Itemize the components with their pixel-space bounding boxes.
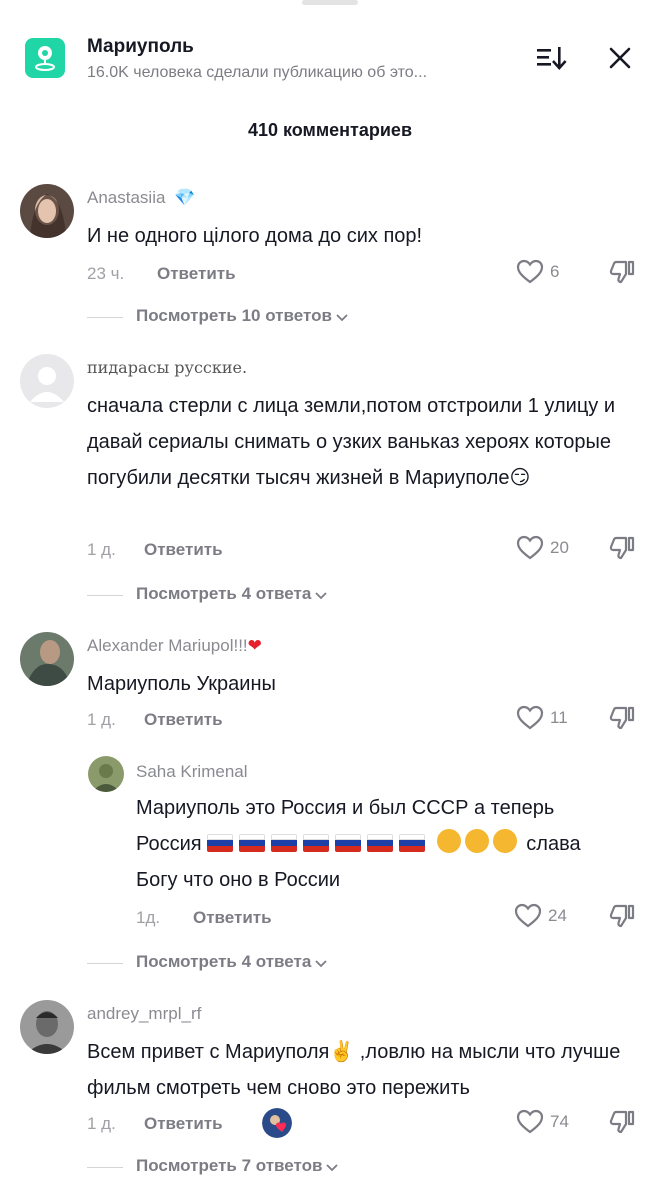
reply-button[interactable]: Ответить [144, 710, 223, 730]
comment-username[interactable]: пидарасы русские. [87, 358, 247, 377]
location-subtitle: 16.0K человека сделали публикацию об это… [87, 64, 428, 81]
reply-button[interactable]: Ответить [157, 264, 236, 284]
comment-text: сначала стерли с лица земли,потом отстро… [87, 395, 616, 489]
reply-button[interactable]: Ответить [144, 540, 223, 560]
chevron-down-icon [336, 313, 348, 321]
avatar[interactable] [20, 354, 74, 408]
like-count: 6 [550, 262, 560, 281]
creator-liked-avatar [262, 1108, 292, 1138]
avatar[interactable] [20, 1000, 74, 1054]
close-icon[interactable] [606, 44, 634, 72]
comment-time: 1 д. [87, 710, 116, 729]
like-button[interactable]: 24 [514, 902, 574, 932]
sort-icon[interactable] [535, 44, 567, 72]
like-button[interactable]: 11 [516, 704, 576, 734]
comment-time: 1д. [136, 908, 161, 927]
location-pin-icon[interactable] [25, 38, 65, 78]
view-replies-button[interactable]: Посмотреть 4 ответа [87, 952, 487, 976]
like-count: 74 [550, 1112, 569, 1131]
heart-icon [516, 1109, 544, 1134]
comment-time: 1 д. [87, 540, 116, 559]
comment-text: Всем привет с Мариуполя✌️ ,ловлю на мысл… [87, 1041, 621, 1099]
reply-button[interactable]: Ответить [193, 908, 272, 928]
comment-time: 23 ч. [87, 264, 125, 283]
like-count: 24 [548, 906, 567, 925]
russia-flag-emojis [207, 833, 437, 855]
comment-text: Мариуполь это Россия и был СССР а теперь… [136, 797, 581, 891]
dislike-icon[interactable] [608, 258, 638, 288]
like-count: 11 [550, 708, 568, 727]
avatar[interactable] [20, 184, 74, 238]
gem-icon: 💎 [174, 188, 196, 207]
view-replies-button[interactable]: Посмотреть 10 ответов [87, 306, 487, 330]
view-replies-button[interactable]: Посмотреть 4 ответа [87, 584, 487, 608]
dislike-icon[interactable] [608, 534, 638, 564]
heart-icon [516, 259, 544, 284]
heart-icon [516, 705, 544, 730]
avatar[interactable] [20, 632, 74, 686]
view-replies-button[interactable]: Посмотреть 7 ответов [87, 1156, 487, 1180]
chevron-down-icon [315, 591, 327, 599]
comment-username[interactable]: Anastasiia 💎 [87, 188, 195, 208]
like-button[interactable]: 20 [516, 534, 576, 564]
comment-count: 410 комментариев [247, 120, 413, 140]
like-button[interactable]: 6 [516, 258, 576, 288]
smiling-hearts-emojis [436, 829, 521, 855]
dislike-icon[interactable] [608, 704, 638, 734]
heart-icon [514, 903, 542, 928]
location-title[interactable]: Мариуполь [87, 36, 194, 58]
dislike-icon[interactable] [608, 902, 638, 932]
dislike-icon[interactable] [608, 1108, 638, 1138]
comment-time: 1 д. [87, 1114, 116, 1133]
reply-button[interactable]: Ответить [144, 1114, 223, 1134]
comment-text: И не одного цілого дома до сих пор! [87, 225, 423, 247]
red-heart-icon: ❤ [247, 636, 262, 655]
header: Мариуполь 16.0K человека сделали публика… [0, 0, 660, 100]
comment-username[interactable]: Saha Krimenal [136, 762, 248, 782]
comment-text: Мариуполь Украины [87, 673, 276, 695]
like-count: 20 [550, 538, 569, 557]
heart-icon [516, 535, 544, 560]
like-button[interactable]: 74 [516, 1108, 576, 1138]
avatar[interactable] [88, 756, 124, 792]
comment-username[interactable]: Alexander Mariupol!!!❤ [87, 636, 262, 656]
chevron-down-icon [315, 959, 327, 967]
comment-username[interactable]: andrey_mrpl_rf [87, 1004, 201, 1024]
chevron-down-icon [326, 1163, 339, 1171]
